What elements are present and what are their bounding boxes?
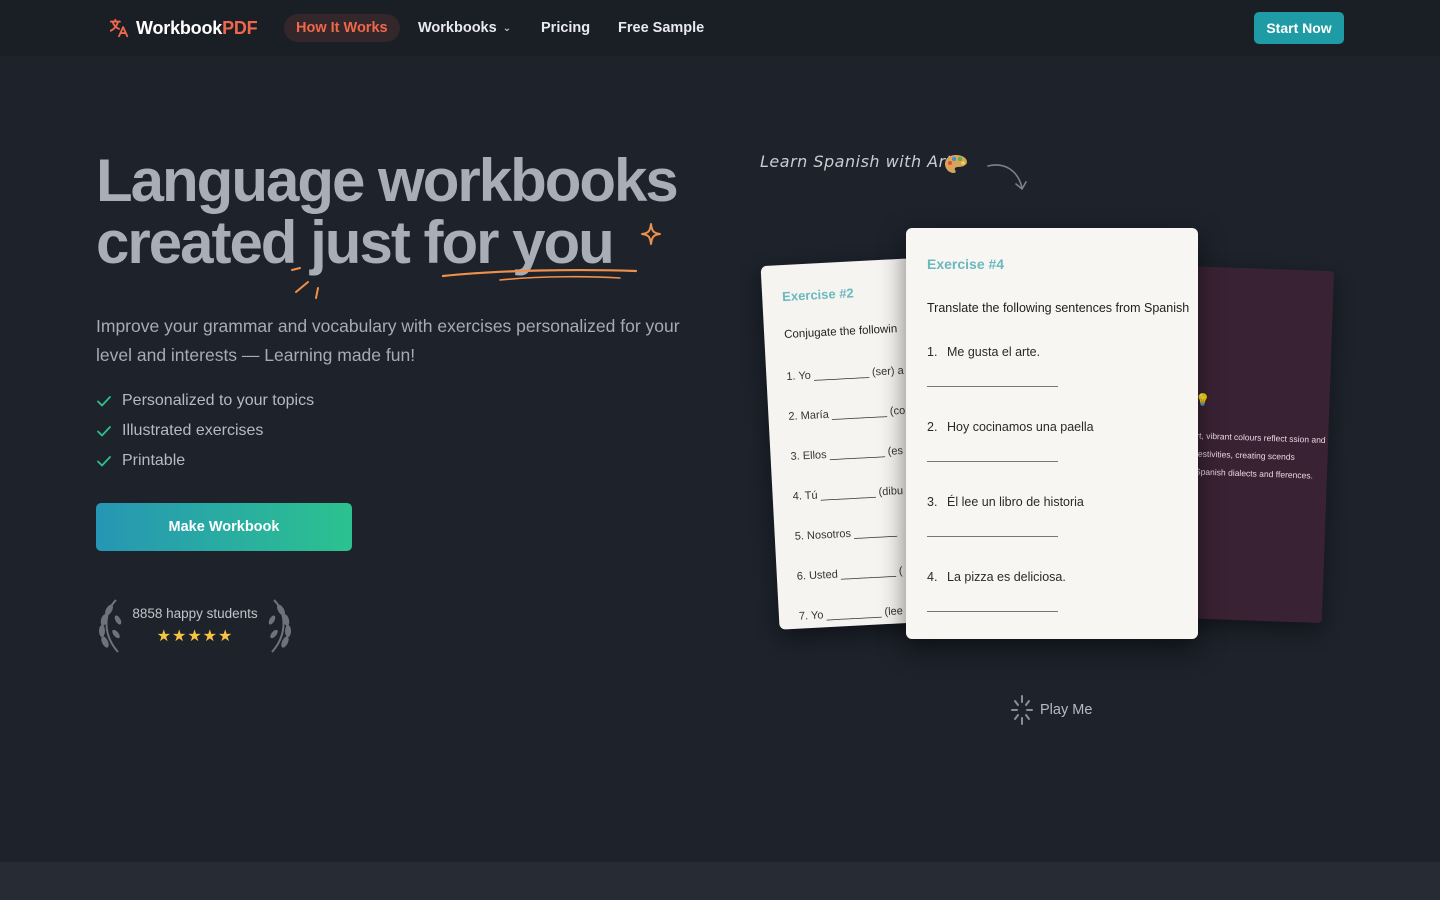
exercise-item: 5. Nosotros _______	[794, 525, 898, 543]
rating-stars-icon: ★★★★★	[156, 628, 234, 645]
footer-band	[0, 862, 1440, 900]
feature-item: Personalized to your topics	[96, 386, 314, 416]
exercise-item: 4. Tú _________ (dibu	[792, 485, 904, 503]
answer-blank	[927, 536, 1058, 537]
nav-link-pricing[interactable]: Pricing	[541, 14, 590, 42]
feature-label: Printable	[122, 452, 186, 469]
sparkle-icon	[641, 223, 661, 245]
hero-headline: Language workbooks created just for you	[96, 150, 736, 274]
answer-blank	[927, 611, 1058, 612]
check-icon	[97, 426, 111, 437]
hero-subtitle: Improve your grammar and vocabulary with…	[96, 316, 680, 365]
exercise-item: 1. Yo _________ (ser) a	[786, 364, 905, 383]
play-me-label: Play Me	[1040, 702, 1093, 718]
exercise-item: 2. María _________ (co	[788, 404, 906, 423]
laurel-right-icon	[268, 599, 291, 653]
workbook-card-exercise-2: Exercise #2 Conjugate the followin 1. Yo…	[760, 258, 930, 630]
exercise-instruction: Translate the following sentences from S…	[927, 301, 1190, 315]
check-icon	[97, 456, 111, 467]
exercise-title: Exercise #2	[781, 285, 855, 305]
laurel-left-icon	[99, 599, 122, 653]
exercise-item: 2. Hoy cocinamos una paella	[927, 420, 1094, 434]
emphasis-ticks-icon	[291, 267, 319, 299]
nav-link-how-it-works[interactable]: How It Works	[284, 14, 400, 42]
exercise-item: 6. Usted _________ (	[796, 565, 903, 583]
translate-icon	[109, 18, 129, 38]
exercise-item: 7. Yo _________ (lee	[798, 605, 904, 623]
check-icon	[97, 396, 111, 407]
answer-blank	[927, 461, 1058, 462]
exercise-item: 1. Me gusta el arte.	[927, 345, 1041, 359]
nav-link-workbooks[interactable]: Workbooks ⌄	[418, 14, 511, 42]
answer-blank	[927, 386, 1058, 387]
feature-item: Illustrated exercises	[96, 416, 314, 446]
make-workbook-button[interactable]: Make Workbook	[96, 503, 352, 551]
happy-students-count: 8858 happy students	[132, 606, 258, 621]
brand-logo[interactable]: WorkbookPDF	[108, 15, 258, 41]
top-nav: WorkbookPDF How It Works Workbooks ⌄ Pric…	[0, 0, 1440, 56]
spinner-icon	[1011, 695, 1033, 725]
exercise-instruction: Conjugate the followin	[783, 323, 898, 342]
exercise-item: 3. Él lee un libro de historia	[927, 495, 1084, 509]
feature-list: Personalized to your topics Illustrated …	[96, 386, 314, 476]
brand-name: WorkbookPDF	[136, 17, 258, 38]
art-card-text: rt, vibrant colours reflect ssion and fe…	[1194, 430, 1326, 481]
feature-item: Printable	[96, 446, 314, 476]
workbook-card-exercise-4: Exercise #4 Translate the following sent…	[906, 228, 1198, 639]
exercise-item: 4. La pizza es deliciosa.	[927, 570, 1066, 584]
start-now-button[interactable]: Start Now	[1254, 12, 1344, 44]
nav-link-free-sample[interactable]: Free Sample	[618, 14, 704, 42]
exercise-title: Exercise #4	[927, 256, 1005, 272]
feature-label: Personalized to your topics	[122, 392, 315, 409]
exercise-item: 3. Ellos _________ (es	[790, 444, 904, 463]
feature-label: Illustrated exercises	[122, 422, 264, 439]
chevron-down-icon: ⌄	[502, 23, 512, 34]
social-proof: 8858 happy students ★★★★★	[96, 598, 296, 656]
scribble-underline	[441, 268, 638, 281]
headline-line-1: Language workbooks	[96, 147, 679, 214]
showcase-label: Learn Spanish with Art	[760, 152, 953, 171]
curved-arrow-icon	[987, 164, 1027, 190]
play-me-button[interactable]: Play Me	[1010, 694, 1092, 726]
palette-icon	[945, 155, 967, 173]
